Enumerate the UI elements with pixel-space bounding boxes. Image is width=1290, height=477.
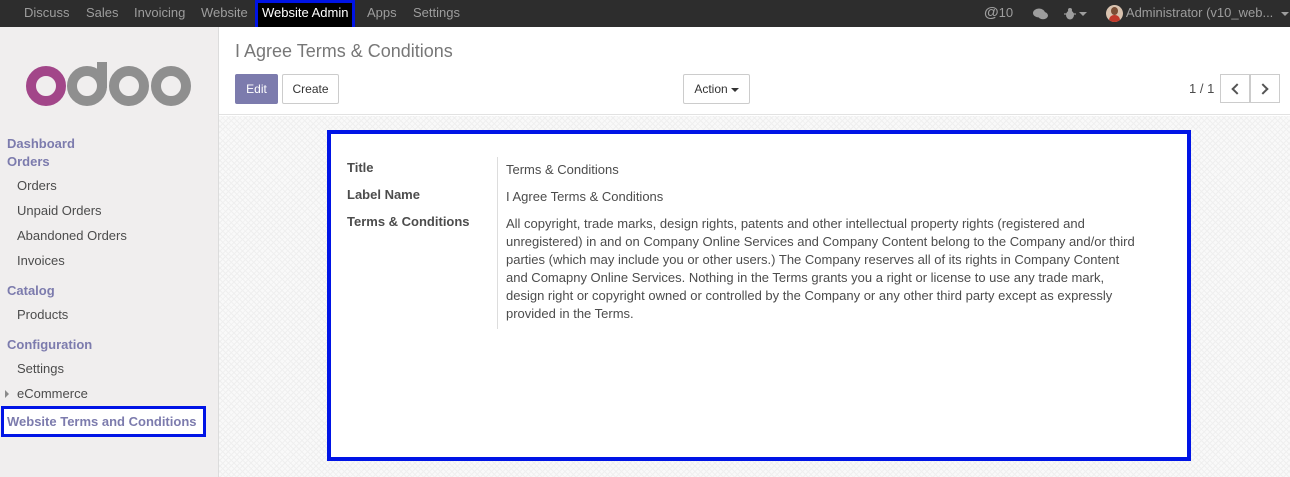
sidebar-item-abandoned-orders[interactable]: Abandoned Orders bbox=[17, 228, 127, 243]
pager-previous-button[interactable] bbox=[1220, 74, 1250, 103]
create-button[interactable]: Create bbox=[282, 74, 339, 104]
label-name-value: I Agree Terms & Conditions bbox=[506, 189, 664, 204]
chat-button[interactable] bbox=[1032, 0, 1049, 27]
sidebar-catalog-head: Catalog bbox=[7, 283, 55, 298]
chevron-left-icon bbox=[1231, 83, 1243, 95]
terms-label: Terms & Conditions bbox=[347, 214, 470, 229]
chevron-down-icon bbox=[1281, 11, 1290, 16]
menu-settings[interactable]: Settings bbox=[413, 0, 460, 27]
terms-line: and Comapny Online Services. Nothing in … bbox=[506, 270, 1105, 285]
sidebar-item-website-terms[interactable]: Website Terms and Conditions bbox=[1, 406, 206, 437]
menu-website-admin[interactable]: Website Admin bbox=[255, 0, 356, 30]
menu-invoicing[interactable]: Invoicing bbox=[134, 0, 185, 27]
sidebar-item-unpaid-orders[interactable]: Unpaid Orders bbox=[17, 203, 102, 218]
breadcrumb: I Agree Terms & Conditions bbox=[235, 41, 453, 61]
menu-website[interactable]: Website bbox=[201, 0, 248, 27]
title-value: Terms & Conditions bbox=[506, 162, 619, 177]
chat-icon bbox=[1033, 8, 1048, 19]
terms-line: design right or copyright owned or contr… bbox=[506, 288, 1113, 303]
chevron-down-icon bbox=[730, 87, 739, 92]
pager-value[interactable]: 1 / 1 bbox=[1189, 81, 1214, 96]
sidebar-item-products[interactable]: Products bbox=[17, 307, 68, 322]
bug-icon bbox=[1064, 8, 1076, 20]
form-view: Title Label Name Terms & Conditions Term… bbox=[219, 116, 1290, 477]
chevron-right-icon bbox=[1257, 83, 1269, 95]
avatar bbox=[1106, 5, 1123, 23]
odoo-logo[interactable] bbox=[26, 62, 192, 108]
action-dropdown[interactable]: Action bbox=[683, 74, 750, 104]
field-divider bbox=[497, 157, 498, 329]
menu-sales[interactable]: Sales bbox=[86, 0, 119, 27]
sidebar-item-invoices[interactable]: Invoices bbox=[17, 253, 65, 268]
user-menu[interactable]: Administrator (v10_web... bbox=[1106, 0, 1290, 27]
label-name-label: Label Name bbox=[347, 187, 420, 202]
at-icon: @ bbox=[984, 4, 999, 21]
terms-line: parties (which may include you or other … bbox=[506, 252, 1120, 267]
sidebar-dashboard[interactable]: Dashboard bbox=[7, 136, 75, 151]
menu-apps[interactable]: Apps bbox=[367, 0, 397, 27]
menu-discuss[interactable]: Discuss bbox=[24, 0, 70, 27]
sidebar-item-settings[interactable]: Settings bbox=[17, 361, 64, 376]
sidebar-configuration-head: Configuration bbox=[7, 337, 93, 352]
title-label: Title bbox=[347, 160, 374, 175]
edit-button[interactable]: Edit bbox=[235, 74, 278, 104]
debug-menu[interactable] bbox=[1064, 0, 1087, 27]
control-panel: I Agree Terms & Conditions Edit Create A… bbox=[219, 27, 1290, 115]
action-label: Action bbox=[694, 82, 728, 96]
user-name: Administrator (v10_web... bbox=[1125, 5, 1274, 20]
sidebar-orders-head: Orders bbox=[7, 154, 50, 169]
caret-right-icon[interactable] bbox=[5, 390, 9, 398]
form-sheet: Title Label Name Terms & Conditions Term… bbox=[327, 130, 1191, 461]
terms-line: unregistered) in and on Company Online S… bbox=[506, 234, 1135, 249]
terms-line: All copyright, trade marks, design right… bbox=[506, 216, 1085, 231]
sidebar-item-orders[interactable]: Orders bbox=[17, 178, 57, 193]
mentions-button[interactable]: @10 bbox=[984, 0, 1013, 27]
sidebar-item-ecommerce[interactable]: eCommerce bbox=[17, 386, 88, 401]
terms-text: All copyright, trade marks, design right… bbox=[506, 215, 1146, 323]
mentions-count: 10 bbox=[998, 5, 1014, 20]
chevron-down-icon bbox=[1079, 11, 1087, 16]
terms-line: provided in the Terms. bbox=[506, 306, 634, 321]
top-navbar: Discuss Sales Invoicing Website Website … bbox=[0, 0, 1290, 30]
pager-next-button[interactable] bbox=[1250, 74, 1280, 103]
sidebar: Dashboard Orders Orders Unpaid Orders Ab… bbox=[0, 27, 219, 477]
